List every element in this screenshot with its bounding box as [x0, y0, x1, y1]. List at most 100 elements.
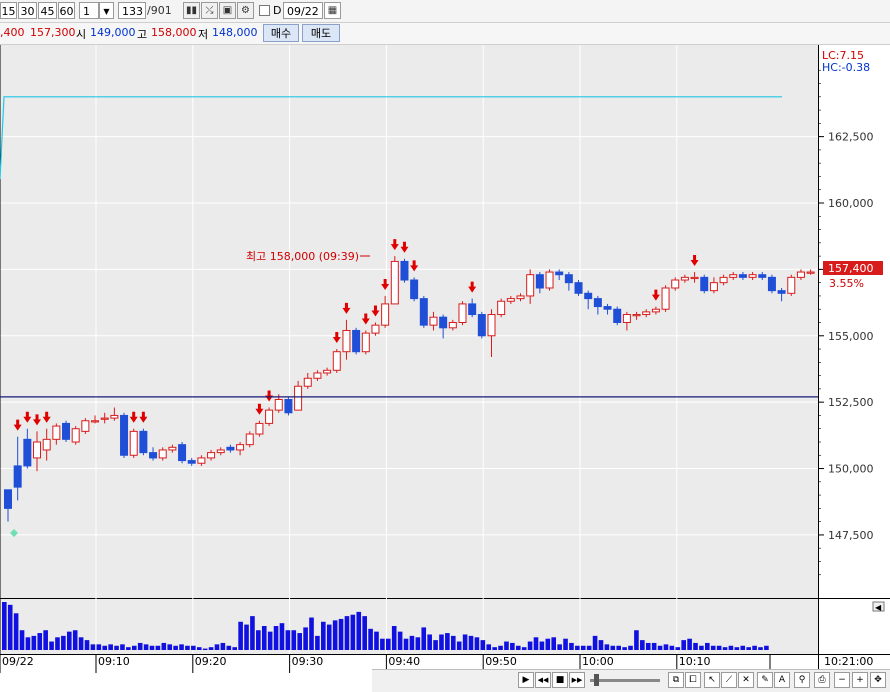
volume-bar	[326, 624, 332, 650]
svg-text:◀: ◀	[875, 603, 882, 612]
play-button[interactable]: ▶	[518, 672, 534, 688]
period-button-60[interactable]: 60	[58, 2, 75, 19]
time-corner-label: 10:21:00	[824, 655, 873, 668]
period-button-30[interactable]: 30	[18, 2, 37, 19]
count-input[interactable]: 133	[118, 2, 146, 19]
interval-dropdown-button[interactable]: ▼	[99, 2, 114, 19]
candle-body	[468, 303, 477, 316]
candle-body	[323, 369, 332, 374]
volume-bar	[173, 645, 178, 650]
rewind-button[interactable]: ◀◀	[535, 672, 551, 688]
volume-bar	[261, 626, 267, 650]
volume-bar	[445, 633, 450, 650]
volume-bar	[575, 645, 580, 650]
candle-body	[439, 316, 448, 329]
search-icon[interactable]: ⚲	[794, 672, 810, 688]
volume-bar	[462, 634, 468, 650]
volume-bar	[521, 647, 527, 650]
text-tool-icon[interactable]: A	[774, 672, 790, 688]
volume-bar	[391, 626, 397, 650]
interval-input[interactable]: 1	[79, 2, 99, 19]
volume-bar	[202, 648, 208, 650]
draw-tool-icon[interactable]: ✎	[757, 672, 773, 688]
zoom-fit-icon[interactable]: ⧉	[668, 672, 684, 688]
volume-bar	[285, 630, 291, 650]
current-price-tag: 157,400	[823, 261, 883, 275]
buy-button[interactable]: 매수	[263, 24, 299, 42]
candle-body	[738, 274, 747, 278]
volume-bar	[179, 644, 184, 650]
volume-bar	[297, 633, 302, 650]
sell-button[interactable]: 매도	[302, 24, 340, 42]
low-label: 저	[198, 28, 209, 41]
volume-bar	[468, 635, 474, 650]
price-chart[interactable]: 162,500160,000157,500155,000152,500150,0…	[0, 45, 890, 675]
period-button-15[interactable]: 15	[0, 2, 17, 19]
zoom-out-button[interactable]: −	[834, 672, 850, 688]
candle-body	[458, 303, 467, 324]
fast-forward-button[interactable]: ▶▶	[569, 672, 585, 688]
gear-icon[interactable]: ⚙	[237, 2, 254, 19]
volume-bar	[681, 640, 686, 650]
candle-body	[342, 329, 351, 353]
volume-bar	[321, 621, 326, 650]
date-checkbox[interactable]	[259, 5, 270, 16]
period-button-45[interactable]: 45	[38, 2, 57, 19]
candle-body	[564, 274, 573, 284]
price-panel	[0, 45, 818, 598]
candle-body	[690, 276, 699, 280]
candle-body	[207, 452, 216, 459]
volume-bar	[728, 645, 734, 650]
volume-bar	[616, 645, 622, 650]
volume-bar	[78, 637, 84, 650]
print-icon[interactable]: ⎙	[814, 672, 830, 688]
volume-bar	[55, 637, 60, 650]
candle-body	[255, 422, 264, 435]
candle-settings-icon[interactable]: ▮▮	[183, 2, 200, 19]
volume-bar	[90, 644, 96, 650]
candle-body	[197, 457, 206, 464]
candle-body	[700, 276, 709, 292]
volume-bar	[687, 638, 692, 650]
candle-body	[139, 430, 148, 454]
high-annotation: 최고 158,000 (09:39)	[246, 250, 359, 263]
volume-bar	[2, 602, 7, 650]
volume-bar	[126, 647, 131, 650]
stop-button[interactable]: ■	[552, 672, 568, 688]
save-icon[interactable]: ▣	[219, 2, 236, 19]
volume-bar	[569, 642, 574, 650]
candle-body	[748, 274, 757, 278]
crosshair-tool-icon[interactable]: ✕	[738, 672, 754, 688]
date-checkbox-label: D	[273, 4, 282, 17]
candle-body	[671, 279, 680, 289]
volume-bar	[108, 644, 113, 650]
volume-bar	[244, 624, 249, 650]
volume-scroll-icon[interactable]: ◀	[872, 601, 885, 612]
volume-bar	[403, 638, 409, 650]
cursor-tool-icon[interactable]: ↖	[704, 672, 720, 688]
line-tool-icon[interactable]: ⤯	[201, 2, 218, 19]
candle-body	[613, 308, 622, 323]
volume-bar	[114, 645, 119, 650]
volume-bar	[456, 641, 462, 650]
date-input[interactable]: 09/22	[283, 2, 323, 19]
open-price: 149,000	[90, 26, 136, 39]
hc-label: HC:-0.38	[822, 61, 870, 74]
zoom-in-button[interactable]: +	[852, 672, 868, 688]
volume-bar	[746, 647, 751, 650]
trendline-tool-icon[interactable]: ⟋	[721, 672, 737, 688]
calendar-icon[interactable]: ▦	[324, 2, 341, 19]
candle-body	[303, 377, 312, 387]
pan-icon[interactable]: ✥	[870, 672, 886, 688]
volume-bar	[386, 638, 391, 650]
candle-body	[110, 414, 119, 419]
zoom-slider-handle[interactable]	[594, 674, 599, 686]
zoom-slider[interactable]	[590, 679, 660, 682]
x-tick-label: 10:10	[679, 655, 711, 668]
volume-bar	[427, 634, 432, 650]
candle-body	[680, 276, 689, 281]
volume-bar	[149, 645, 155, 650]
volume-bar	[273, 626, 279, 650]
zoom-reset-icon[interactable]: ⧠	[685, 672, 701, 688]
candle-body	[352, 329, 361, 353]
